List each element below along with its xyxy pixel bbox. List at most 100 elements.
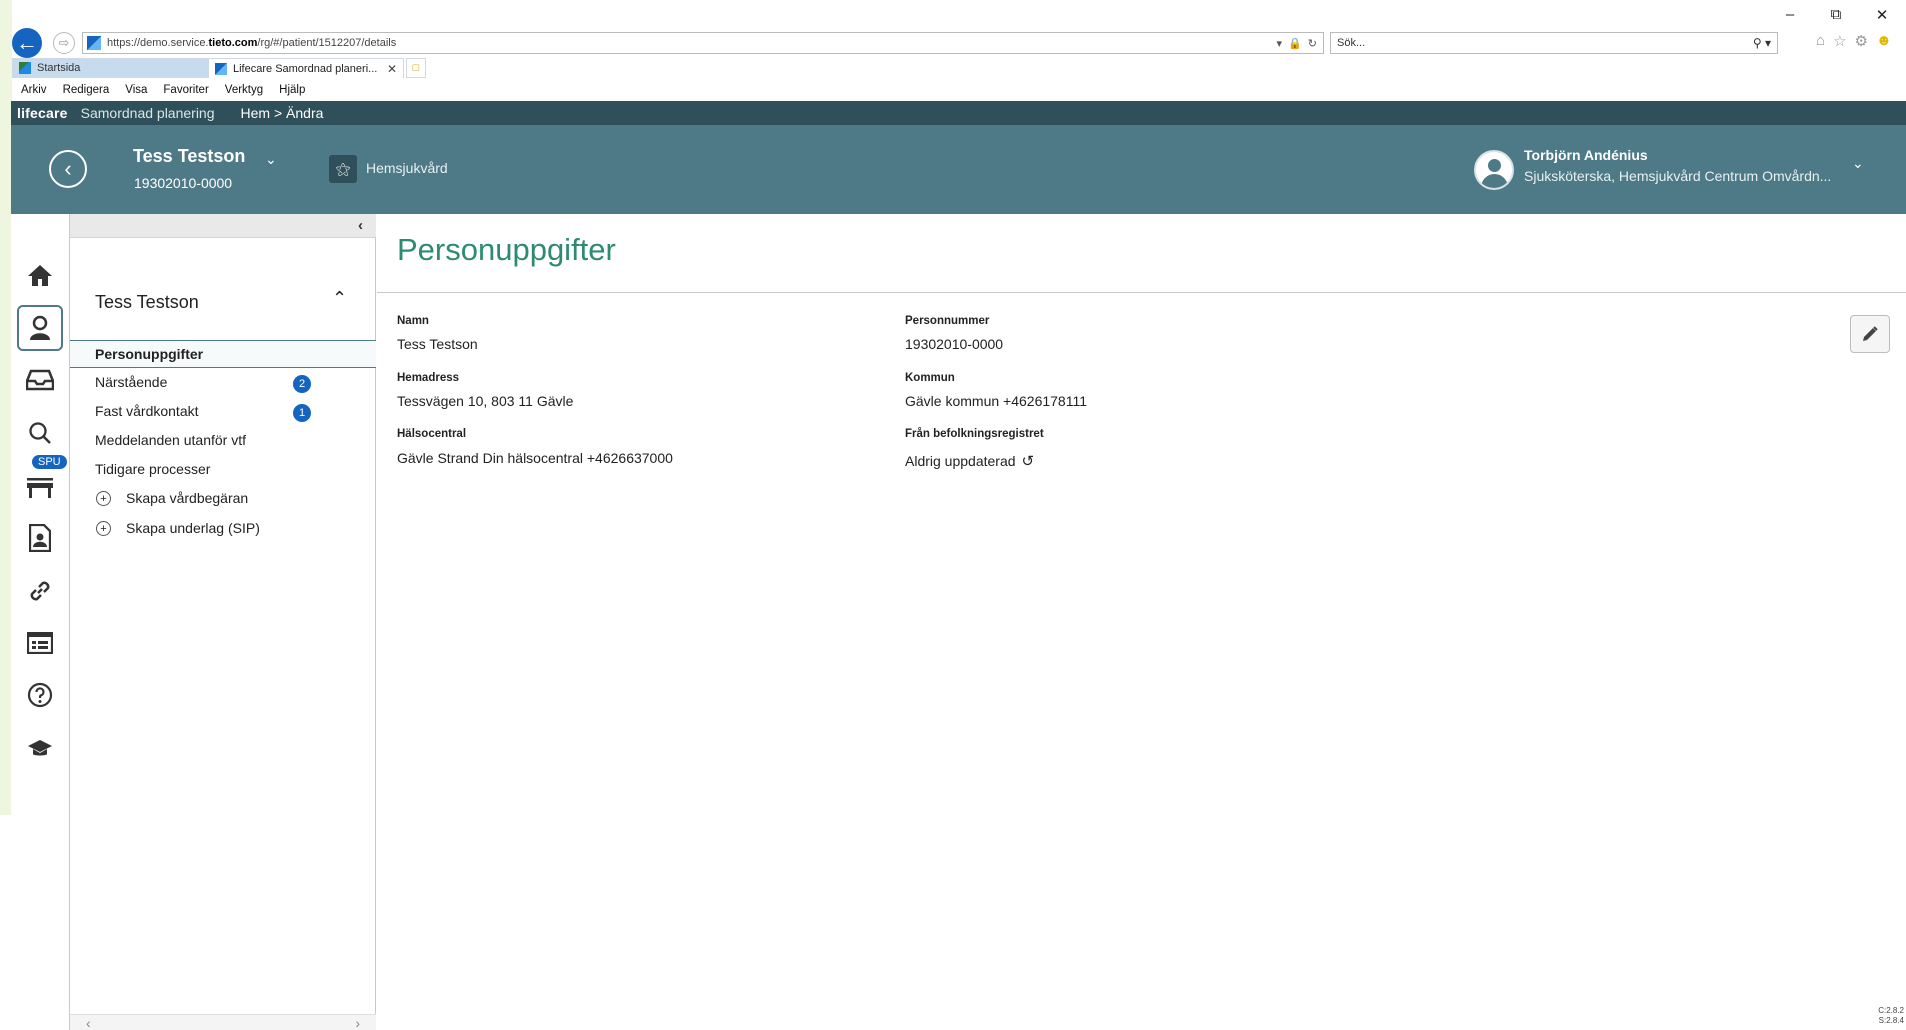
inbox-icon[interactable] [17,357,63,403]
main-content: Personuppgifter Namn Tess Testson Person… [377,214,1906,1030]
plus-icon[interactable]: + [96,521,111,536]
field-value-halsocentral: Gävle Strand Din hälsocentral +462663700… [397,450,673,466]
field-label-personnummer: Personnummer [905,315,990,327]
new-tab-icon: □ [412,62,420,74]
gear-icon[interactable]: ⚙ [1855,32,1868,50]
sidebar-item-narstaende[interactable]: Närstående [95,374,167,390]
close-icon[interactable]: ✕ [1872,6,1892,24]
patient-icon[interactable] [17,305,63,351]
graduation-cap-icon[interactable] [17,725,63,771]
chevron-up-icon[interactable]: ⌃ [332,288,347,309]
sidebar-action-skapa-vardbegaran[interactable]: Skapa vårdbegäran [126,490,248,506]
menu-visa[interactable]: Visa [125,84,147,96]
horizontal-scrollbar[interactable]: ‹ › [70,1014,376,1030]
field-label-namn: Namn [397,315,429,327]
scroll-left-icon[interactable]: ‹ [86,1015,91,1030]
menu-favoriter[interactable]: Favoriter [163,84,208,96]
back-button[interactable]: ‹ [49,150,87,188]
sidebar-item-fast-vardkontakt[interactable]: Fast vårdkontakt [95,403,199,419]
address-bar[interactable]: https://demo.service.tieto.com/rg/#/pati… [82,32,1324,54]
sidebar-action-skapa-underlag[interactable]: Skapa underlag (SIP) [126,520,260,536]
lock-icon[interactable]: 🔒 [1288,37,1302,50]
refresh-icon[interactable]: ↺ [1022,453,1035,470]
tab-lifecare[interactable]: Lifecare Samordnad planeri... ✕ [208,58,404,78]
refresh-icon[interactable]: ↻ [1308,37,1317,50]
count-badge: 2 [293,375,311,393]
brand-logo[interactable]: lifecare [11,105,68,121]
tab-startsida[interactable]: Startsida [12,58,208,78]
browser-tabs: Startsida Lifecare Samordnad planeri... … [12,58,1906,78]
search-placeholder: Sök... [1337,37,1366,49]
version-info: C:2.8.2 S:2.8.4 [1878,1006,1904,1026]
link-icon[interactable] [17,568,63,614]
browser-forward-button[interactable]: ⇨ [53,32,75,54]
plus-icon[interactable]: + [96,491,111,506]
site-favicon-icon [87,36,101,50]
app-top-bar: lifecare Samordnad planering Hem > Ändra [11,101,1906,125]
minimize-icon[interactable]: – [1780,6,1800,24]
browser-nav-row: ← ⇨ https://demo.service.tieto.com/rg/#/… [12,28,1906,58]
window-controls: – ⧉ ✕ [1780,6,1892,24]
sidebar-item-tidigare-processer[interactable]: Tidigare processer [95,461,210,477]
url-prefix: https://demo.service. [107,37,209,49]
sidebar-item-meddelanden[interactable]: Meddelanden utanför vtf [95,432,246,448]
document-person-icon[interactable] [17,515,63,561]
sidebar-item-personuppgifter[interactable]: Personuppgifter [95,346,203,362]
bed-icon[interactable] [17,465,63,511]
field-value-personnummer: 19302010-0000 [905,336,1004,352]
smiley-icon[interactable]: ☻ [1876,32,1892,50]
url-path: /rg/#/patient/1512207/details [257,37,397,49]
divider [377,292,1906,293]
home-icon[interactable]: ⌂ [1816,32,1825,50]
menu-hjalp[interactable]: Hjälp [279,84,305,96]
tab-label: Startsida [37,62,81,74]
address-tools: ▾ 🔒 ↻ [1277,37,1323,50]
edit-button[interactable] [1850,315,1890,353]
scroll-right-icon[interactable]: › [355,1015,360,1030]
home-icon[interactable] [17,252,63,298]
menu-arkiv[interactable]: Arkiv [21,84,47,96]
avatar[interactable] [1474,150,1514,190]
menu-verktyg[interactable]: Verktyg [225,84,263,96]
field-value-namn: Tess Testson [397,336,478,352]
search-icon[interactable] [17,410,63,456]
star-icon[interactable]: ☆ [1833,32,1846,50]
app-name: Samordnad planering [80,105,215,121]
patient-name[interactable]: Tess Testson [133,146,245,167]
version-server: S:2.8.4 [1878,1016,1904,1025]
collapse-sidebar-icon[interactable]: ‹ [358,217,363,234]
address-url[interactable]: https://demo.service.tieto.com/rg/#/pati… [107,37,1277,49]
help-icon[interactable] [17,672,63,718]
count-badge: 1 [293,404,311,422]
field-value-hemadress: Tessvägen 10, 803 11 Gävle [397,393,574,409]
field-label-befolkningsregistret: Från befolkningsregistret [905,428,1044,440]
patient-sidebar: Tess Testson ⌃ Personuppgifter Närståend… [70,238,376,1030]
field-label-halsocentral: Hälsocentral [397,428,467,440]
user-menu-chevron-icon[interactable]: ⌄ [1852,155,1864,172]
patient-personnummer: 19302010-0000 [134,175,233,191]
arrow-right-icon: ⇨ [58,35,70,50]
list-icon[interactable] [17,620,63,666]
field-value-kommun: Gävle kommun +4626178111 [905,393,1087,409]
field-value-befolkningsregistret: Aldrig uppdaterad [905,453,1016,469]
restore-icon[interactable]: ⧉ [1826,6,1846,24]
unit-name: Hemsjukvård [366,160,448,176]
menu-redigera[interactable]: Redigera [63,84,110,96]
chevron-down-icon[interactable]: ⌄ [265,151,277,168]
browser-toolbar-icons: ⌂ ☆ ⚙ ☻ [1816,32,1892,50]
dropdown-icon[interactable]: ▾ [1277,37,1283,50]
breadcrumb[interactable]: Hem > Ändra [241,105,324,121]
tab-label: Lifecare Samordnad planeri... [233,62,378,75]
browser-search-box[interactable]: Sök... ⚲ ▾ [1330,32,1778,54]
search-icon[interactable]: ⚲ ▾ [1753,36,1777,50]
unit-icon: ⚝ [329,155,357,183]
browser-back-button[interactable]: ← [12,28,42,58]
field-value-befolkningsregistret-row: Aldrig uppdaterad ↺ [905,452,1034,470]
user-name[interactable]: Torbjörn Andénius [1524,147,1648,163]
patient-header: ‹ Tess Testson ⌄ 19302010-0000 ⚝ Hemsjuk… [11,125,1906,214]
new-tab-button[interactable]: □ [406,58,426,78]
tab-close-icon[interactable]: ✕ [387,62,397,76]
field-label-kommun: Kommun [905,372,955,384]
page-title: Personuppgifter [397,232,616,267]
tab-favicon-icon [19,62,31,74]
